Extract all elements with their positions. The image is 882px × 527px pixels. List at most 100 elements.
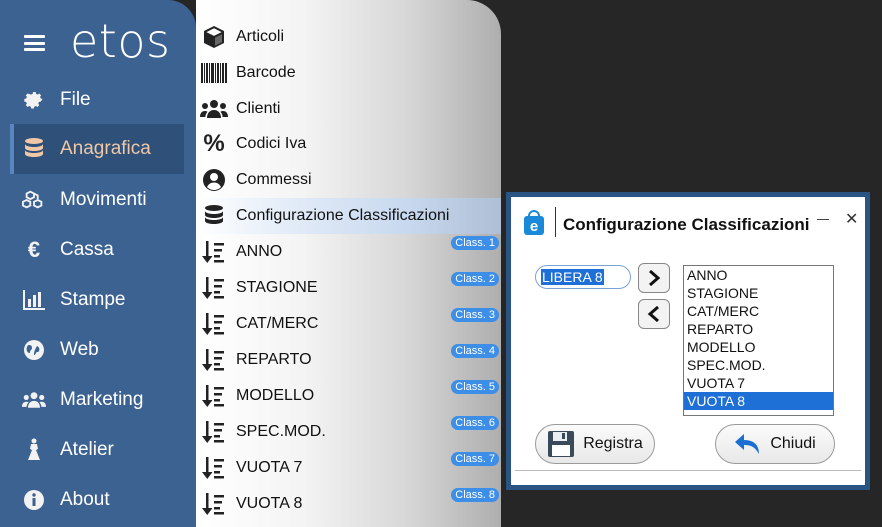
dress-icon — [22, 438, 46, 462]
list-option[interactable]: CAT/MERC — [684, 302, 833, 320]
title-separator — [555, 207, 556, 237]
sidebar-item-about[interactable]: About — [10, 475, 184, 525]
sidebar-item-label: Cassa — [60, 239, 114, 260]
submenu-item-label: Codici Iva — [236, 135, 307, 152]
submenu-item-articoli[interactable]: Articoli — [196, 19, 501, 55]
minimize-icon[interactable] — [817, 219, 829, 220]
sidebar-item-atelier[interactable]: Atelier — [10, 425, 184, 475]
class-item-6[interactable]: SPEC.MOD. Class. 6 — [196, 414, 501, 450]
class-item-8[interactable]: VUOTA 8 Class. 8 — [196, 486, 501, 522]
sidebar-item-label: Stampe — [60, 289, 126, 310]
sidebar-item-label: Atelier — [60, 439, 114, 460]
sidebar-item-label: Anagrafica — [60, 138, 151, 159]
class-badge: Class. 4 — [451, 344, 499, 358]
class-item-label: SPEC.MOD. — [236, 423, 326, 440]
sort-down-icon — [200, 238, 228, 266]
class-item-label: STAGIONE — [236, 279, 318, 296]
footer-divider — [515, 470, 861, 471]
euro-icon: € — [27, 237, 41, 262]
submenu-item-codici-iva[interactable]: % Codici Iva — [196, 126, 501, 162]
database-icon — [200, 202, 228, 230]
close-button[interactable]: Chiudi — [715, 424, 835, 464]
submenu-item-clienti[interactable]: Clienti — [196, 91, 501, 127]
user-circle-icon — [200, 166, 228, 194]
submenu-item-label: Articoli — [236, 28, 285, 45]
class-badge: Class. 2 — [451, 272, 499, 286]
sidebar-item-label: Movimenti — [60, 189, 147, 210]
class-badge: Class. 8 — [451, 488, 499, 502]
dialog-title: Configurazione Classificazioni — [563, 215, 810, 234]
close-icon[interactable]: ✕ — [845, 209, 858, 229]
classification-listbox[interactable]: ANNO STAGIONE CAT/MERC REPARTO MODELLO S… — [683, 265, 834, 416]
gear-icon — [22, 88, 46, 112]
save-button[interactable]: Registra — [535, 424, 655, 464]
anagrafica-submenu: Articoli Barcode Clienti % Codici Iva Co… — [196, 0, 501, 527]
class-item-4[interactable]: REPARTO Class. 4 — [196, 342, 501, 378]
main-sidebar: etos File Anagrafica Movimenti € Cassa S… — [0, 0, 196, 527]
class-item-5[interactable]: MODELLO Class. 5 — [196, 378, 501, 414]
list-option[interactable]: STAGIONE — [684, 284, 833, 302]
list-option[interactable]: ANNO — [684, 266, 833, 284]
percent-icon: % — [203, 130, 225, 157]
sidebar-item-file[interactable]: File — [10, 75, 184, 125]
input-selected-text: LIBERA 8 — [541, 269, 604, 285]
submenu-item-commessi[interactable]: Commessi — [196, 162, 501, 198]
class-item-label: VUOTA 7 — [236, 459, 303, 476]
floppy-disk-icon — [548, 431, 575, 457]
submenu-item-barcode[interactable]: Barcode — [196, 55, 501, 91]
class-item-label: MODELLO — [236, 387, 315, 404]
sidebar-item-label: About — [60, 489, 110, 510]
submenu-item-configurazione[interactable]: Configurazione Classificazioni — [196, 198, 501, 234]
class-item-2[interactable]: STAGIONE Class. 2 — [196, 270, 501, 306]
sidebar-item-marketing[interactable]: Marketing — [10, 375, 184, 425]
submenu-item-label: Barcode — [236, 64, 296, 81]
app-logo: etos — [70, 14, 171, 68]
dialog-titlebar[interactable]: e Configurazione Classificazioni ✕ — [511, 197, 865, 249]
submenu-item-label: Commessi — [236, 171, 312, 188]
class-item-1[interactable]: ANNO Class. 1 — [196, 234, 501, 270]
list-option[interactable]: SPEC.MOD. — [684, 356, 833, 374]
class-item-label: REPARTO — [236, 351, 312, 368]
info-icon — [22, 488, 46, 512]
barcode-icon — [200, 59, 228, 87]
close-button-label: Chiudi — [770, 435, 816, 452]
class-item-label: CAT/MERC — [236, 315, 319, 332]
sort-down-icon — [200, 382, 228, 410]
class-item-label: ANNO — [236, 243, 283, 260]
svg-text:e: e — [530, 218, 538, 235]
class-item-7[interactable]: VUOTA 7 Class. 7 — [196, 450, 501, 486]
sort-down-icon — [200, 490, 228, 518]
bar-chart-icon — [22, 288, 46, 312]
move-left-button[interactable] — [638, 299, 670, 329]
list-option-selected[interactable]: VUOTA 8 — [684, 392, 833, 410]
hamburger-menu-icon[interactable] — [24, 35, 45, 51]
submenu-item-label: Configurazione Classificazioni — [236, 207, 450, 224]
sort-down-icon — [200, 346, 228, 374]
class-badge: Class. 5 — [451, 380, 499, 394]
submenu-item-label: Clienti — [236, 100, 281, 117]
sidebar-item-movimenti[interactable]: Movimenti — [10, 175, 184, 225]
list-option[interactable]: MODELLO — [684, 338, 833, 356]
app-bag-icon: e — [519, 207, 549, 237]
list-option[interactable]: REPARTO — [684, 320, 833, 338]
save-button-label: Registra — [583, 435, 643, 452]
brand-header: etos — [0, 0, 196, 82]
sidebar-item-anagrafica[interactable]: Anagrafica — [10, 124, 184, 174]
list-option[interactable]: VUOTA 7 — [684, 374, 833, 392]
class-item-label: VUOTA 8 — [236, 495, 303, 512]
undo-arrow-icon — [735, 434, 760, 454]
sidebar-item-stampe[interactable]: Stampe — [10, 275, 184, 325]
class-item-3[interactable]: CAT/MERC Class. 3 — [196, 306, 501, 342]
class-badge: Class. 6 — [451, 416, 499, 430]
chevron-right-icon — [649, 270, 661, 286]
classification-name-input[interactable]: LIBERA 8 — [535, 265, 631, 289]
cubes-icon — [22, 188, 46, 212]
move-right-button[interactable] — [638, 263, 670, 293]
sidebar-item-label: Marketing — [60, 389, 144, 410]
database-icon — [22, 137, 46, 161]
class-badge: Class. 3 — [451, 308, 499, 322]
globe-icon — [22, 338, 46, 362]
sidebar-item-web[interactable]: Web — [10, 325, 184, 375]
sidebar-item-cassa[interactable]: € Cassa — [10, 225, 184, 275]
users-icon — [22, 388, 46, 412]
